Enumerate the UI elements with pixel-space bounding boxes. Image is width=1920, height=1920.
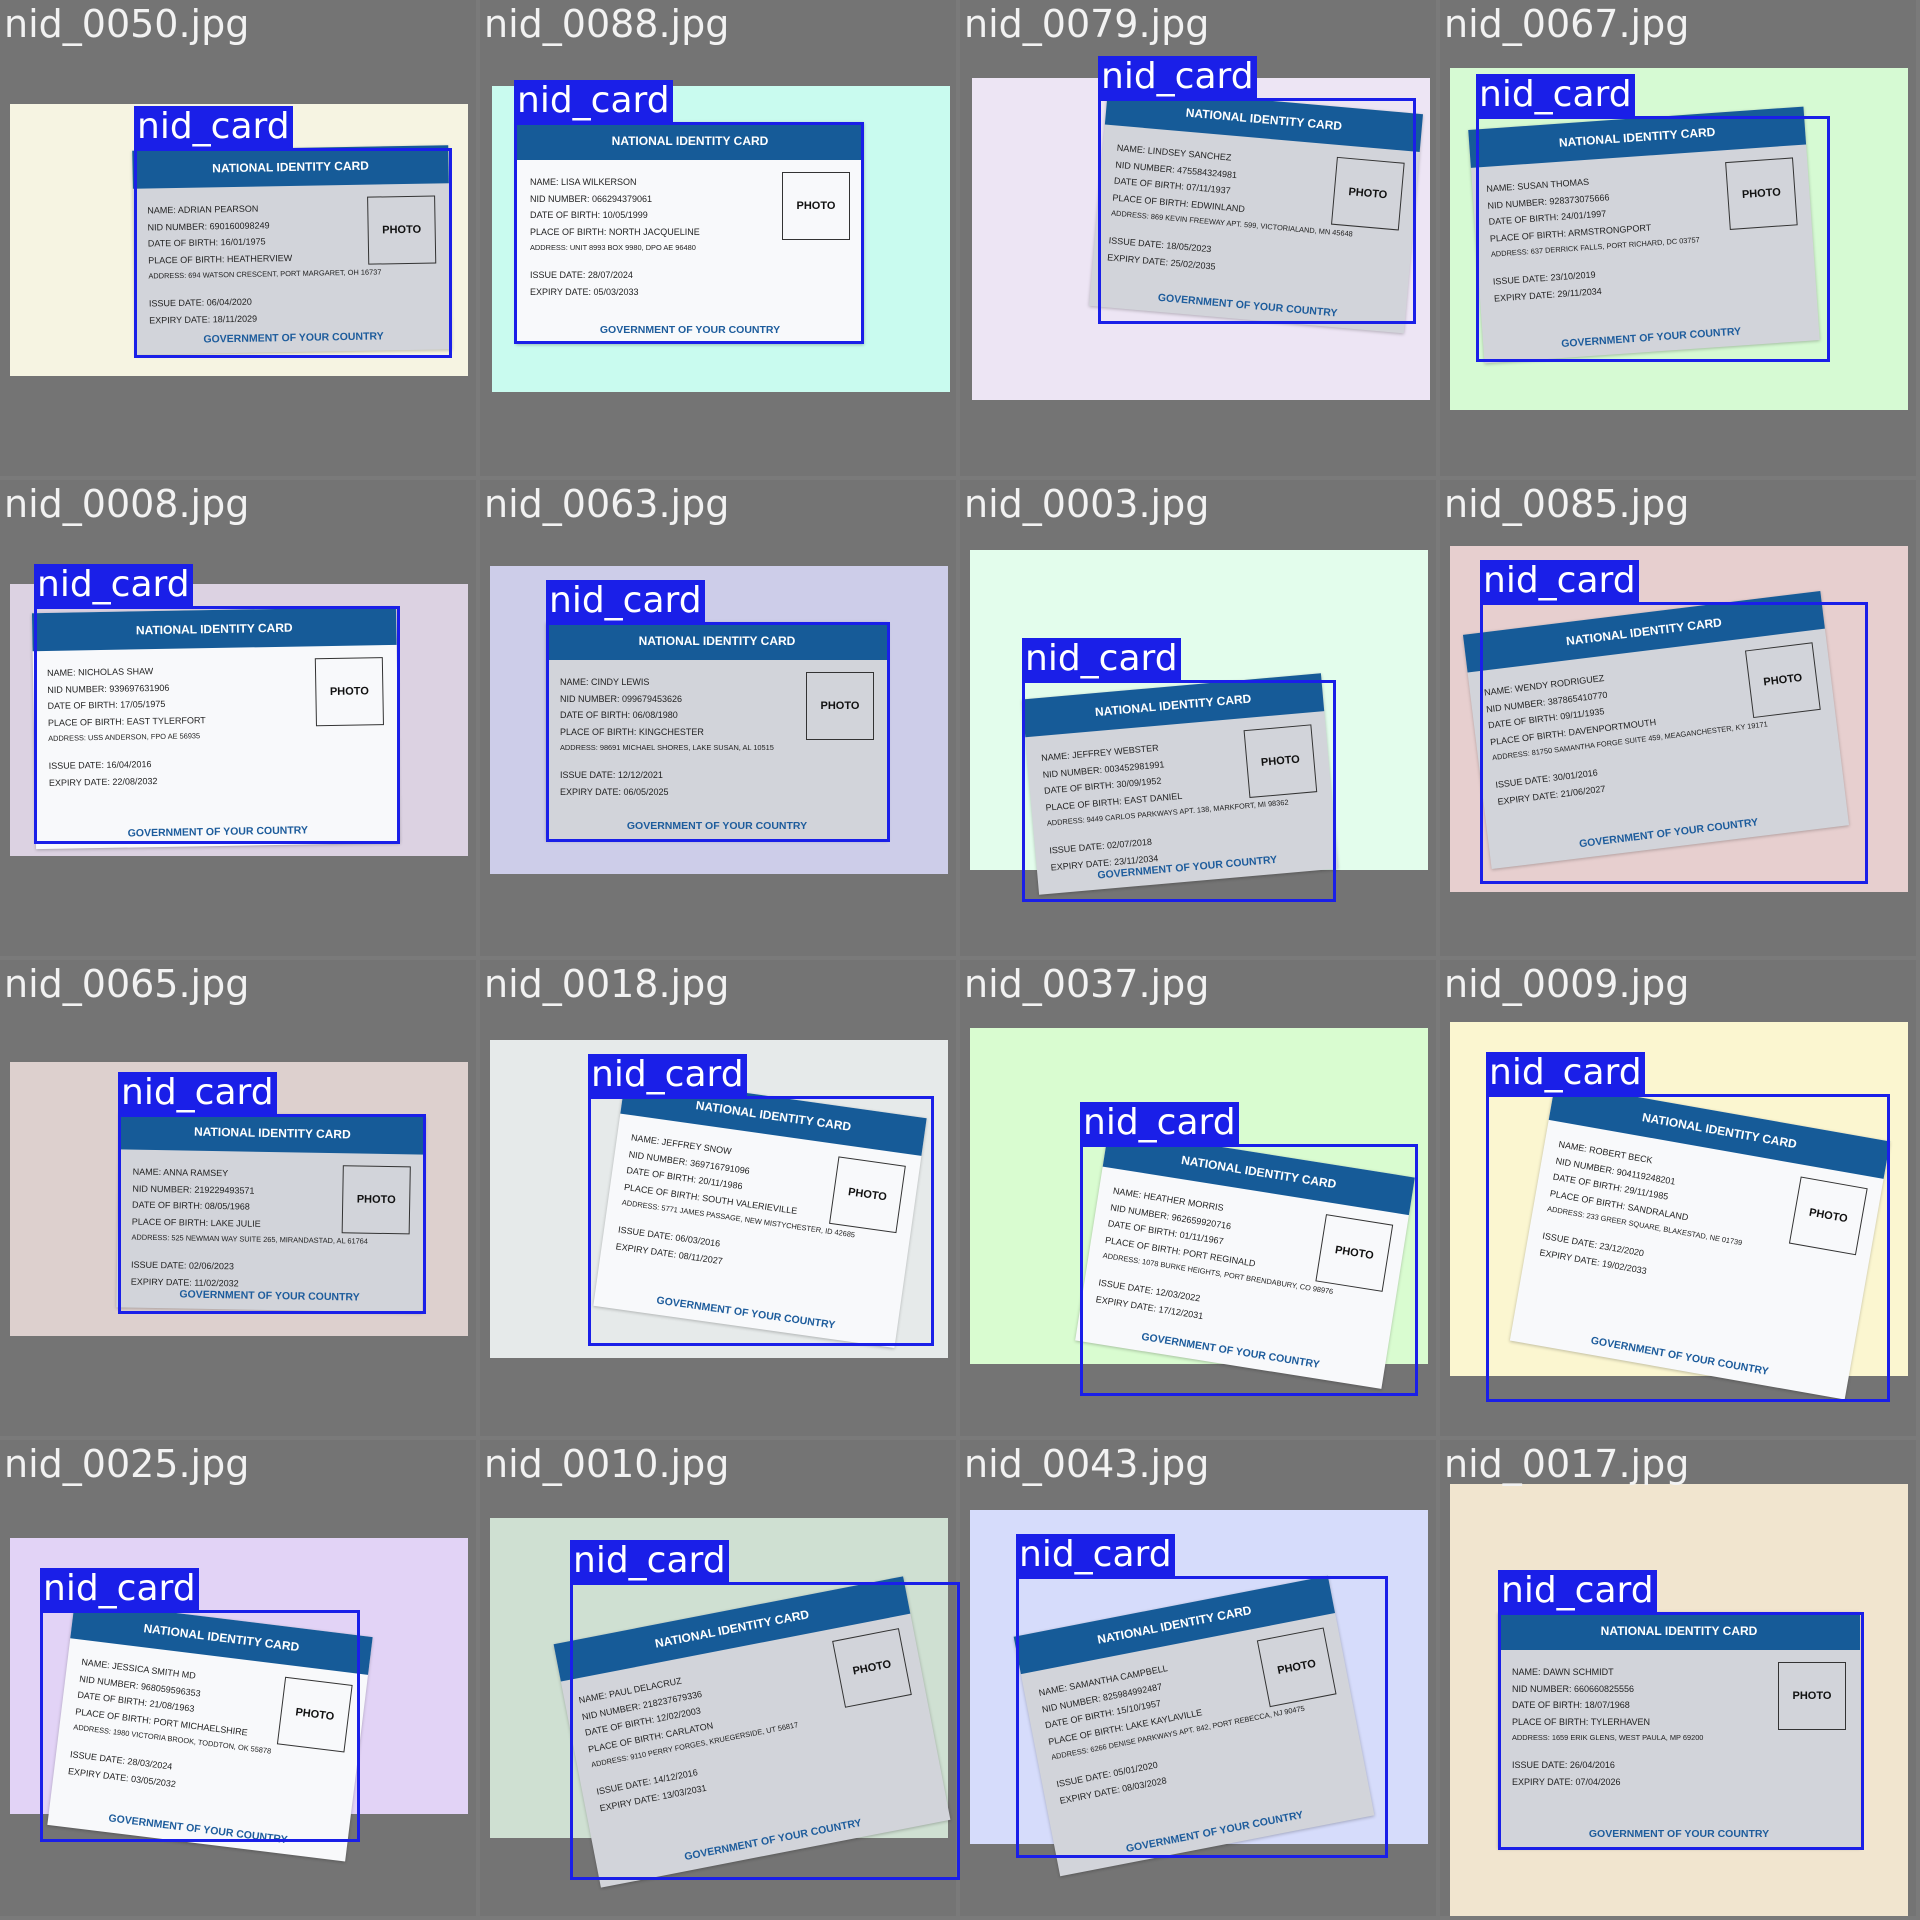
detection-box[interactable] [118, 1114, 426, 1314]
image-filename: nid_0025.jpg [4, 1442, 250, 1486]
detection-box[interactable] [1480, 602, 1868, 884]
image-filename: nid_0003.jpg [964, 482, 1210, 526]
image-filename: nid_0088.jpg [484, 2, 730, 46]
detection-box[interactable] [1098, 98, 1416, 324]
image-filename: nid_0008.jpg [4, 482, 250, 526]
detection-label: nid_card [514, 80, 673, 122]
detection-label: nid_card [1016, 1534, 1175, 1576]
detection-box[interactable] [588, 1096, 934, 1346]
detection-label: nid_card [1498, 1570, 1657, 1612]
detection-label: nid_card [588, 1054, 747, 1096]
detection-label: nid_card [40, 1568, 199, 1610]
detection-box[interactable] [1476, 116, 1830, 362]
detection-label: nid_card [34, 564, 193, 606]
detection-box[interactable] [1080, 1144, 1418, 1396]
detection-box[interactable] [1498, 1612, 1864, 1850]
detection-label: nid_card [134, 106, 293, 148]
detection-box[interactable] [1016, 1576, 1388, 1858]
detection-box[interactable] [546, 622, 890, 842]
detection-box[interactable] [40, 1610, 360, 1842]
mosaic-grid: nid_0050.jpg NATIONAL IDENTITY CARD NAME: … [0, 0, 1920, 1920]
detection-label: nid_card [1480, 560, 1639, 602]
image-filename: nid_0018.jpg [484, 962, 730, 1006]
image-filename: nid_0067.jpg [1444, 2, 1690, 46]
detection-label: nid_card [1080, 1102, 1239, 1144]
detection-box[interactable] [34, 606, 400, 844]
detection-box[interactable] [1022, 680, 1336, 902]
detection-label: nid_card [1022, 638, 1181, 680]
detection-box[interactable] [134, 148, 452, 358]
image-filename: nid_0063.jpg [484, 482, 730, 526]
detection-label: nid_card [1476, 74, 1635, 116]
image-filename: nid_0010.jpg [484, 1442, 730, 1486]
image-filename: nid_0065.jpg [4, 962, 250, 1006]
image-filename: nid_0009.jpg [1444, 962, 1690, 1006]
detection-label: nid_card [1486, 1052, 1645, 1094]
detection-label: nid_card [1098, 56, 1257, 98]
image-filename: nid_0050.jpg [4, 2, 250, 46]
image-filename: nid_0043.jpg [964, 1442, 1210, 1486]
detection-label: nid_card [570, 1540, 729, 1582]
detection-box[interactable] [570, 1582, 960, 1880]
image-filename: nid_0079.jpg [964, 2, 1210, 46]
image-filename: nid_0085.jpg [1444, 482, 1690, 526]
detection-label: nid_card [118, 1072, 277, 1114]
detection-label: nid_card [546, 580, 705, 622]
detection-box[interactable] [514, 122, 864, 344]
detection-box[interactable] [1486, 1094, 1890, 1402]
image-filename: nid_0037.jpg [964, 962, 1210, 1006]
image-filename: nid_0017.jpg [1444, 1442, 1690, 1486]
